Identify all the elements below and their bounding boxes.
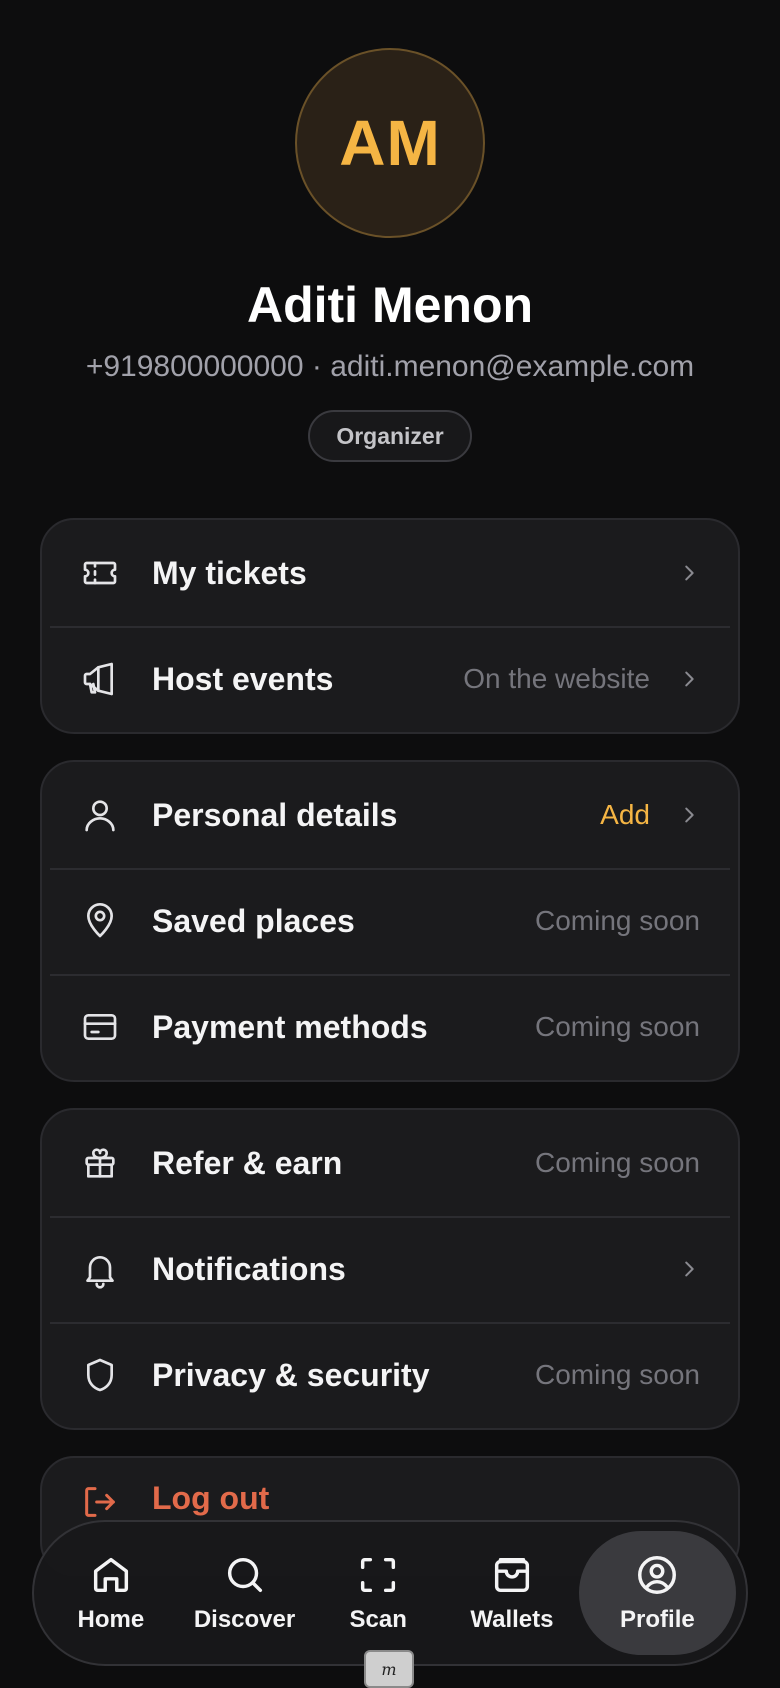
chevron-right-icon <box>676 560 702 586</box>
ticket-icon <box>78 551 122 595</box>
nav-wallets[interactable]: Wallets <box>445 1531 579 1655</box>
logout-label: Log out <box>152 1480 270 1516</box>
chevron-right-icon <box>676 1256 702 1282</box>
row-host-events[interactable]: Host events On the website <box>42 626 738 732</box>
megaphone-icon <box>78 657 122 701</box>
row-label: Personal details <box>152 796 398 833</box>
nav-label: Profile <box>620 1606 695 1633</box>
row-label: Payment methods <box>152 1008 428 1045</box>
row-my-tickets[interactable]: My tickets <box>42 520 738 626</box>
row-meta: Coming soon <box>535 905 700 936</box>
scan-icon <box>361 1557 396 1593</box>
nav-label: Discover <box>193 1606 296 1633</box>
nav-label: Wallets <box>470 1606 554 1633</box>
credit-card-icon <box>78 1005 122 1049</box>
nav-home[interactable]: Home <box>44 1531 178 1655</box>
avatar: AM <box>295 48 485 238</box>
row-meta: Coming soon <box>535 1147 700 1178</box>
user-icon <box>78 793 122 837</box>
profile-contact: +919800000000 · aditi.menon@example.com <box>85 350 695 383</box>
bottom-nav: Home Discover Scan Wallets Profile <box>32 1520 748 1666</box>
row-meta: On the website <box>463 663 650 694</box>
row-label: Host events <box>152 660 334 697</box>
home-icon <box>93 1557 128 1593</box>
row-label: Saved places <box>152 902 355 939</box>
role-badge: Organizer <box>308 410 472 462</box>
row-payment-methods[interactable]: Payment methods Coming soon <box>42 974 738 1080</box>
nav-discover[interactable]: Discover <box>178 1531 312 1655</box>
row-notifications[interactable]: Notifications <box>42 1216 738 1322</box>
settings-group-2: Personal details Add Saved places Coming so… <box>40 760 740 1082</box>
nav-scan[interactable]: Scan <box>311 1531 445 1655</box>
profile-screen: AM Aditi Menon +919800000000 · aditi.men… <box>0 0 780 1688</box>
logout-icon <box>78 1480 122 1524</box>
nav-label: Home <box>77 1606 145 1633</box>
watermark-logo: m <box>364 1650 414 1688</box>
row-label: Notifications <box>152 1250 346 1287</box>
nav-profile[interactable]: Profile <box>578 1531 737 1655</box>
row-privacy-security[interactable]: Privacy & security Coming soon <box>42 1322 738 1428</box>
wallet-icon <box>494 1557 529 1593</box>
role-badge-wrap: Organizer <box>0 410 780 462</box>
map-pin-icon <box>78 899 122 943</box>
nav-label: Scan <box>349 1606 407 1633</box>
settings-group-3: Refer & earn Coming soon Notifications Priv… <box>40 1108 740 1430</box>
row-refer-earn[interactable]: Refer & earn Coming soon <box>42 1110 738 1216</box>
row-saved-places[interactable]: Saved places Coming soon <box>42 868 738 974</box>
bell-icon <box>78 1247 122 1291</box>
row-personal-details[interactable]: Personal details Add <box>42 762 738 868</box>
shield-icon <box>78 1353 122 1397</box>
row-label: My tickets <box>152 554 307 591</box>
profile-icon <box>638 1556 677 1594</box>
profile-name: Aditi Menon <box>246 277 534 333</box>
row-meta: Coming soon <box>535 1011 700 1042</box>
settings-group-1: My tickets Host events On the website <box>40 518 740 734</box>
chevron-right-icon <box>676 802 702 828</box>
search-icon <box>227 1557 262 1593</box>
row-label: Privacy & security <box>152 1356 430 1393</box>
row-meta: Coming soon <box>535 1359 700 1390</box>
row-meta: Add <box>600 799 650 830</box>
gift-icon <box>78 1141 122 1185</box>
row-label: Refer & earn <box>152 1144 343 1181</box>
chevron-right-icon <box>676 666 702 692</box>
